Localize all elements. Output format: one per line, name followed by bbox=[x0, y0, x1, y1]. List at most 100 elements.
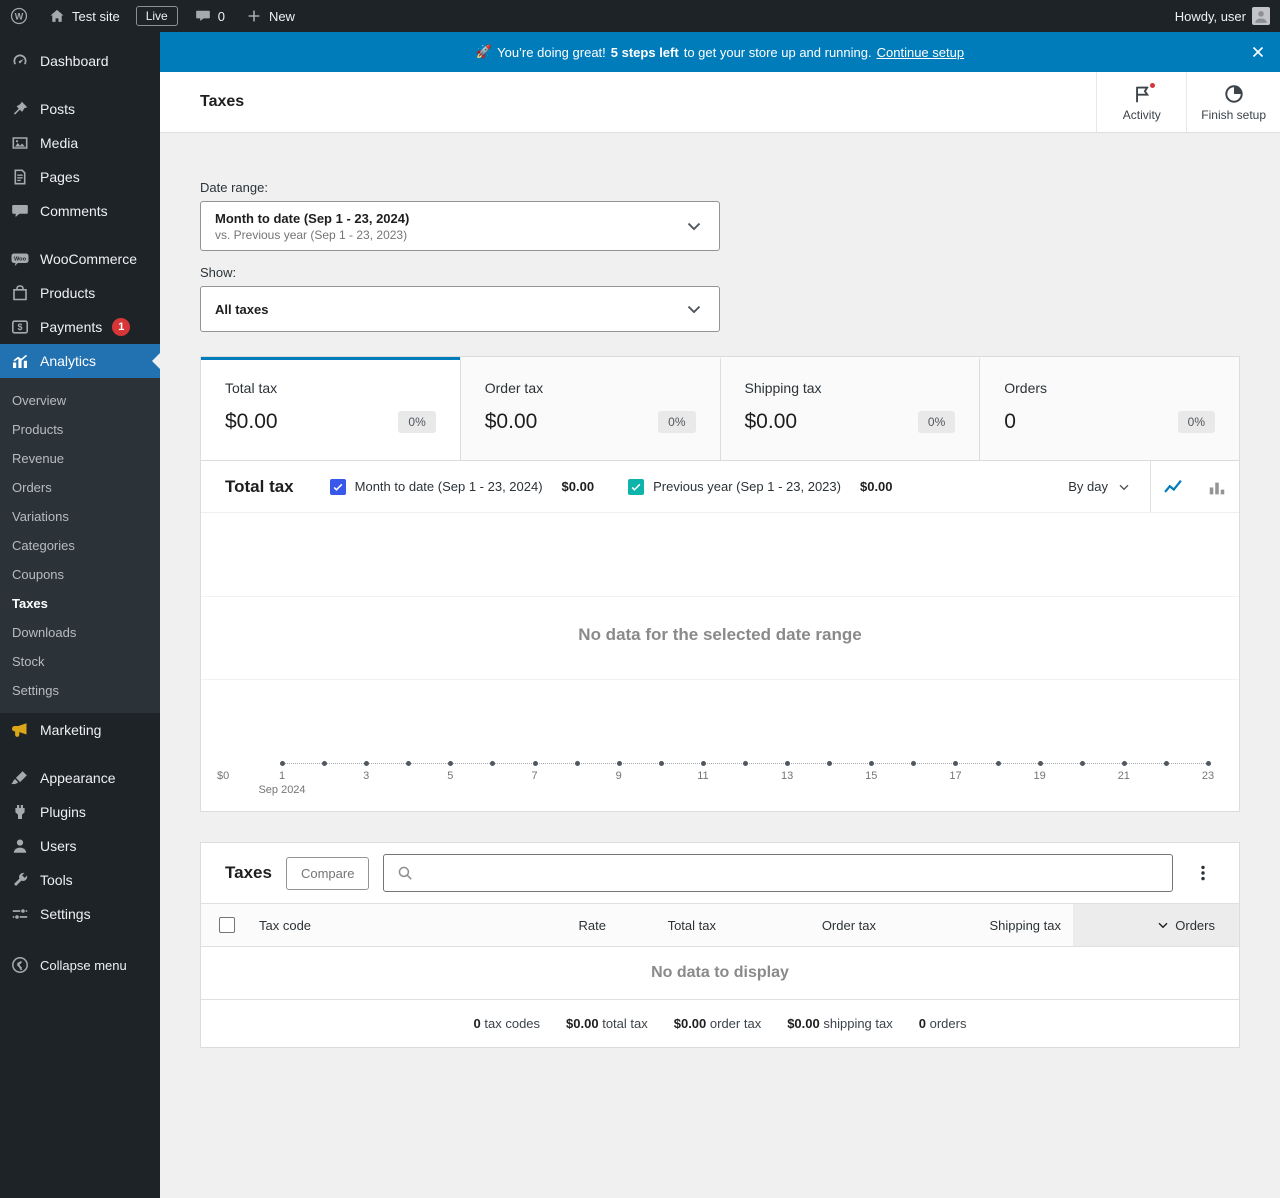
sidebar-subitem-stock[interactable]: Stock bbox=[0, 647, 160, 676]
axis-dot bbox=[995, 761, 1001, 766]
legend-item-previous-year-sep-1-23-2023[interactable]: Previous year (Sep 1 - 23, 2023) $0.00 bbox=[628, 478, 893, 495]
bar-chart-toggle-button[interactable] bbox=[1195, 461, 1239, 512]
page-title: Taxes bbox=[200, 93, 245, 110]
axis-dot bbox=[911, 761, 917, 766]
sidebar-subitem-settings[interactable]: Settings bbox=[0, 676, 160, 705]
axis-dot bbox=[1121, 761, 1127, 766]
stat-label: Shipping tax bbox=[744, 380, 822, 396]
chevron-down-icon bbox=[683, 298, 705, 320]
sidebar-item-users[interactable]: Users bbox=[0, 829, 160, 863]
chart-header: Total tax Month to date (Sep 1 - 23, 202… bbox=[201, 461, 1239, 513]
show-filter-select[interactable]: All taxes bbox=[200, 286, 720, 332]
axis-dot bbox=[869, 761, 875, 766]
table-menu-button[interactable] bbox=[1187, 857, 1219, 889]
select-all-checkbox[interactable] bbox=[219, 917, 235, 933]
column-header-shipping-tax[interactable]: Shipping tax bbox=[888, 904, 1073, 946]
sidebar-item-media[interactable]: Media bbox=[0, 126, 160, 160]
sidebar-item-collapse-menu[interactable]: Collapse menu bbox=[0, 945, 160, 985]
sidebar-item-plugins[interactable]: Plugins bbox=[0, 795, 160, 829]
stat-tile-total-tax[interactable]: Total tax $0.00 0% bbox=[201, 357, 460, 460]
compare-button[interactable]: Compare bbox=[285, 856, 370, 890]
sidebar-subitem-downloads[interactable]: Downloads bbox=[0, 618, 160, 647]
sidebar-item-payments[interactable]: $ Payments 1 bbox=[0, 310, 160, 344]
sidebar-item-posts[interactable]: Posts bbox=[0, 92, 160, 126]
dismiss-banner-button[interactable] bbox=[1246, 40, 1270, 64]
sidebar-subitem-categories[interactable]: Categories bbox=[0, 531, 160, 560]
column-header-orders[interactable]: Orders bbox=[1073, 904, 1239, 946]
interval-value: By day bbox=[1068, 479, 1108, 494]
stat-tile-shipping-tax[interactable]: Shipping tax $0.00 0% bbox=[719, 357, 980, 460]
x-tick-label: 11 bbox=[697, 770, 709, 782]
comments-menu[interactable]: 0 bbox=[184, 0, 235, 32]
sidebar-item-products[interactable]: Products bbox=[0, 276, 160, 310]
taxes-table-card: Taxes Compare Tax code Rate Total tax Order… bbox=[200, 842, 1240, 1048]
gridline bbox=[201, 596, 1239, 597]
sidebar-subitem-overview[interactable]: Overview bbox=[0, 386, 160, 415]
sidebar-item-analytics[interactable]: Analytics bbox=[0, 344, 160, 378]
pages-icon bbox=[10, 167, 30, 187]
legend-checkbox[interactable] bbox=[329, 478, 346, 495]
activity-button[interactable]: Activity bbox=[1096, 72, 1186, 132]
x-tick-label: 19 bbox=[1033, 770, 1046, 782]
column-header-order-tax[interactable]: Order tax bbox=[728, 904, 888, 946]
sidebar-item-woocommerce[interactable]: Woo WooCommerce bbox=[0, 242, 160, 276]
stat-tile-orders[interactable]: Orders 0 0% bbox=[979, 357, 1239, 460]
line-chart-toggle-button[interactable] bbox=[1151, 461, 1195, 512]
comment-count: 0 bbox=[217, 8, 225, 24]
x-tick-label: 5 bbox=[447, 770, 454, 782]
stat-value: $0.00 bbox=[484, 410, 538, 433]
admin-sidebar: Dashboard Posts Media Pages Comments Woo WooCo… bbox=[0, 32, 160, 1198]
axis-dot bbox=[700, 761, 706, 766]
legend-item-month-to-date-sep-1-23-2024[interactable]: Month to date (Sep 1 - 23, 2024) $0.00 bbox=[329, 478, 595, 495]
steps-left: 5 steps left bbox=[610, 44, 679, 60]
continue-setup-link[interactable]: Continue setup bbox=[877, 45, 964, 60]
media-icon bbox=[10, 133, 30, 153]
legend-label: Month to date (Sep 1 - 23, 2024) bbox=[354, 479, 543, 494]
sidebar-item-marketing[interactable]: Marketing bbox=[0, 713, 160, 747]
x-tick-label: 21 bbox=[1117, 770, 1130, 782]
my-account-menu[interactable]: Howdy, user bbox=[1165, 0, 1280, 32]
menu-separator bbox=[0, 228, 160, 242]
column-header-total-tax[interactable]: Total tax bbox=[618, 904, 728, 946]
sidebar-item-appearance[interactable]: Appearance bbox=[0, 761, 160, 795]
wp-logo-menu[interactable]: W bbox=[0, 0, 38, 32]
date-range-value: Month to date (Sep 1 - 23, 2024) bbox=[215, 210, 410, 226]
table-search-input[interactable] bbox=[422, 865, 1160, 881]
new-content-menu[interactable]: New bbox=[235, 0, 305, 32]
sidebar-item-tools[interactable]: Tools bbox=[0, 863, 160, 897]
sidebar-item-comments[interactable]: Comments bbox=[0, 194, 160, 228]
sidebar-subitem-coupons[interactable]: Coupons bbox=[0, 560, 160, 589]
sidebar-item-pages[interactable]: Pages bbox=[0, 160, 160, 194]
date-range-select[interactable]: Month to date (Sep 1 - 23, 2024) vs. Pre… bbox=[200, 201, 720, 251]
stat-value: 0 bbox=[1004, 410, 1016, 433]
sidebar-menu: Dashboard Posts Media Pages Comments Woo WooCo… bbox=[0, 44, 160, 931]
finish-setup-button[interactable]: Finish setup bbox=[1186, 72, 1280, 132]
column-header-rate[interactable]: Rate bbox=[508, 904, 618, 946]
home-icon bbox=[48, 7, 66, 25]
axis-dot bbox=[953, 761, 959, 766]
ellipsis-vertical-icon bbox=[1193, 863, 1213, 883]
interval-select[interactable]: By day bbox=[1050, 461, 1150, 512]
sidebar-subitem-products[interactable]: Products bbox=[0, 415, 160, 444]
legend-checkbox[interactable] bbox=[628, 478, 645, 495]
column-header-tax-code[interactable]: Tax code bbox=[247, 904, 508, 946]
legend-total: $0.00 bbox=[561, 479, 595, 494]
axis-dot bbox=[1206, 761, 1211, 766]
sidebar-subitem-orders[interactable]: Orders bbox=[0, 473, 160, 502]
axis-dot bbox=[743, 761, 748, 766]
site-name: Test site bbox=[72, 8, 120, 24]
collapse-icon bbox=[10, 955, 30, 975]
sidebar-subitem-variations[interactable]: Variations bbox=[0, 502, 160, 531]
axis-dot bbox=[364, 761, 370, 766]
table-search-box[interactable] bbox=[383, 854, 1173, 892]
x-tick-label: 23 bbox=[1201, 770, 1215, 782]
sidebar-item-dashboard[interactable]: Dashboard bbox=[0, 44, 160, 78]
sidebar-subitem-taxes[interactable]: Taxes bbox=[0, 589, 160, 618]
chevron-down-icon bbox=[683, 215, 705, 237]
y-axis-zero-label: $0 bbox=[217, 770, 230, 782]
sidebar-item-settings[interactable]: Settings bbox=[0, 897, 160, 931]
site-name-menu[interactable]: Test site bbox=[38, 0, 130, 32]
stat-tile-order-tax[interactable]: Order tax $0.00 0% bbox=[459, 357, 720, 460]
sidebar-subitem-revenue[interactable]: Revenue bbox=[0, 444, 160, 473]
x-tick-label: 17 bbox=[949, 770, 962, 782]
